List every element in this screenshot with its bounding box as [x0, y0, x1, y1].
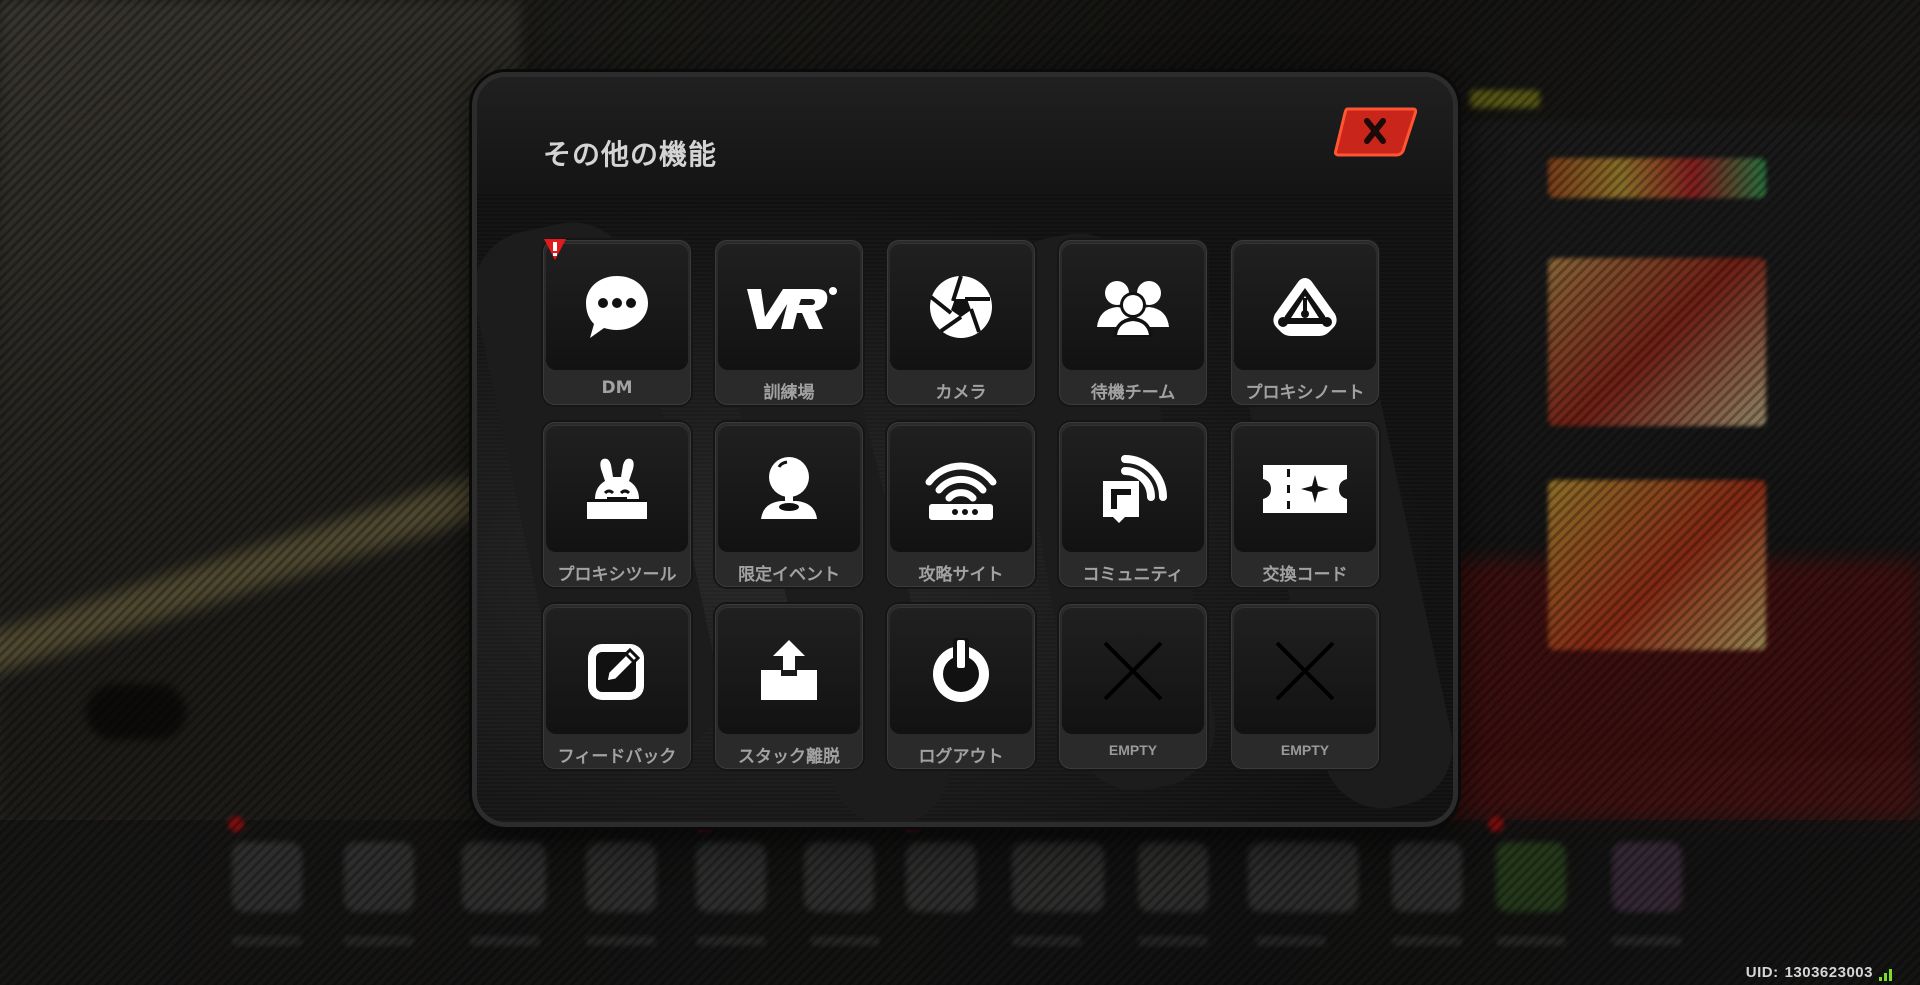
tile-label: 交換コード	[1262, 565, 1348, 585]
tile-label: EMPTY	[1280, 742, 1330, 758]
tile-logout[interactable]: ログアウト	[887, 604, 1035, 769]
tile-camera[interactable]: カメラ	[887, 240, 1035, 405]
tile-label: ログアウト	[918, 747, 1004, 767]
tile-label: プロキシノート	[1245, 383, 1365, 403]
close-x-icon	[1333, 107, 1418, 157]
close-button[interactable]	[1333, 105, 1418, 159]
empty-x-icon	[1103, 641, 1163, 700]
tile-label: 限定イベント	[738, 565, 840, 585]
alert-badge-icon	[544, 239, 566, 260]
tile-stack-escape[interactable]: スタック離脱	[715, 604, 863, 769]
vr-icon	[747, 286, 837, 329]
tile-label: コミュニティ	[1082, 565, 1184, 585]
chat-bubble-icon	[586, 275, 648, 338]
dialog-title: その他の機能	[543, 138, 718, 171]
edit-icon	[588, 643, 644, 700]
joystick-icon	[761, 456, 817, 519]
uid-display: UID: 1303623003	[1746, 964, 1892, 981]
more-features-dialog: その他の機能 DM 訓練場 カメラ 待機チーム プロキシノート プロキシツール …	[472, 72, 1458, 827]
uid-value: 1303623003	[1784, 964, 1873, 981]
tile-label: スタック離脱	[738, 747, 840, 767]
upload-box-icon	[761, 639, 817, 700]
tile-limited-event[interactable]: 限定イベント	[715, 422, 863, 587]
community-icon	[1103, 454, 1167, 523]
tile-proxy-note[interactable]: プロキシノート	[1231, 240, 1379, 405]
signal-bars-icon	[1879, 967, 1892, 981]
team-icon	[1097, 280, 1169, 337]
tile-label: 待機チーム	[1090, 383, 1176, 403]
ticket-icon	[1263, 464, 1347, 513]
tile-label: 訓練場	[763, 383, 815, 403]
tile-exchange-code[interactable]: 交換コード	[1231, 422, 1379, 587]
tile-guide-site[interactable]: 攻略サイト	[887, 422, 1035, 587]
tile-label: フィードバック	[557, 747, 677, 767]
camera-aperture-icon	[929, 274, 992, 338]
tile-empty-slot-2: EMPTY	[1231, 604, 1379, 769]
tile-dm[interactable]: DM	[543, 239, 691, 405]
tile-empty-slot-1: EMPTY	[1059, 604, 1207, 769]
tile-label: DM	[601, 378, 633, 398]
dialog-header: その他の機能	[477, 77, 1453, 192]
proxy-note-icon	[1273, 277, 1337, 336]
tile-label: カメラ	[935, 383, 987, 403]
tile-community[interactable]: コミュニティ	[1059, 422, 1207, 587]
empty-x-icon	[1275, 641, 1335, 700]
uid-label: UID:	[1745, 964, 1779, 981]
tile-proxy-tool[interactable]: プロキシツール	[543, 422, 691, 587]
tile-standby-team[interactable]: 待機チーム	[1059, 240, 1207, 405]
tile-label: プロキシツール	[557, 565, 677, 585]
tile-label: EMPTY	[1108, 742, 1158, 758]
rabbit-tool-icon	[587, 458, 647, 519]
tile-label: 攻略サイト	[918, 565, 1004, 585]
tile-feedback[interactable]: フィードバック	[543, 604, 691, 769]
power-icon	[933, 637, 989, 702]
router-icon	[925, 462, 997, 520]
tile-training[interactable]: 訓練場	[715, 240, 863, 405]
